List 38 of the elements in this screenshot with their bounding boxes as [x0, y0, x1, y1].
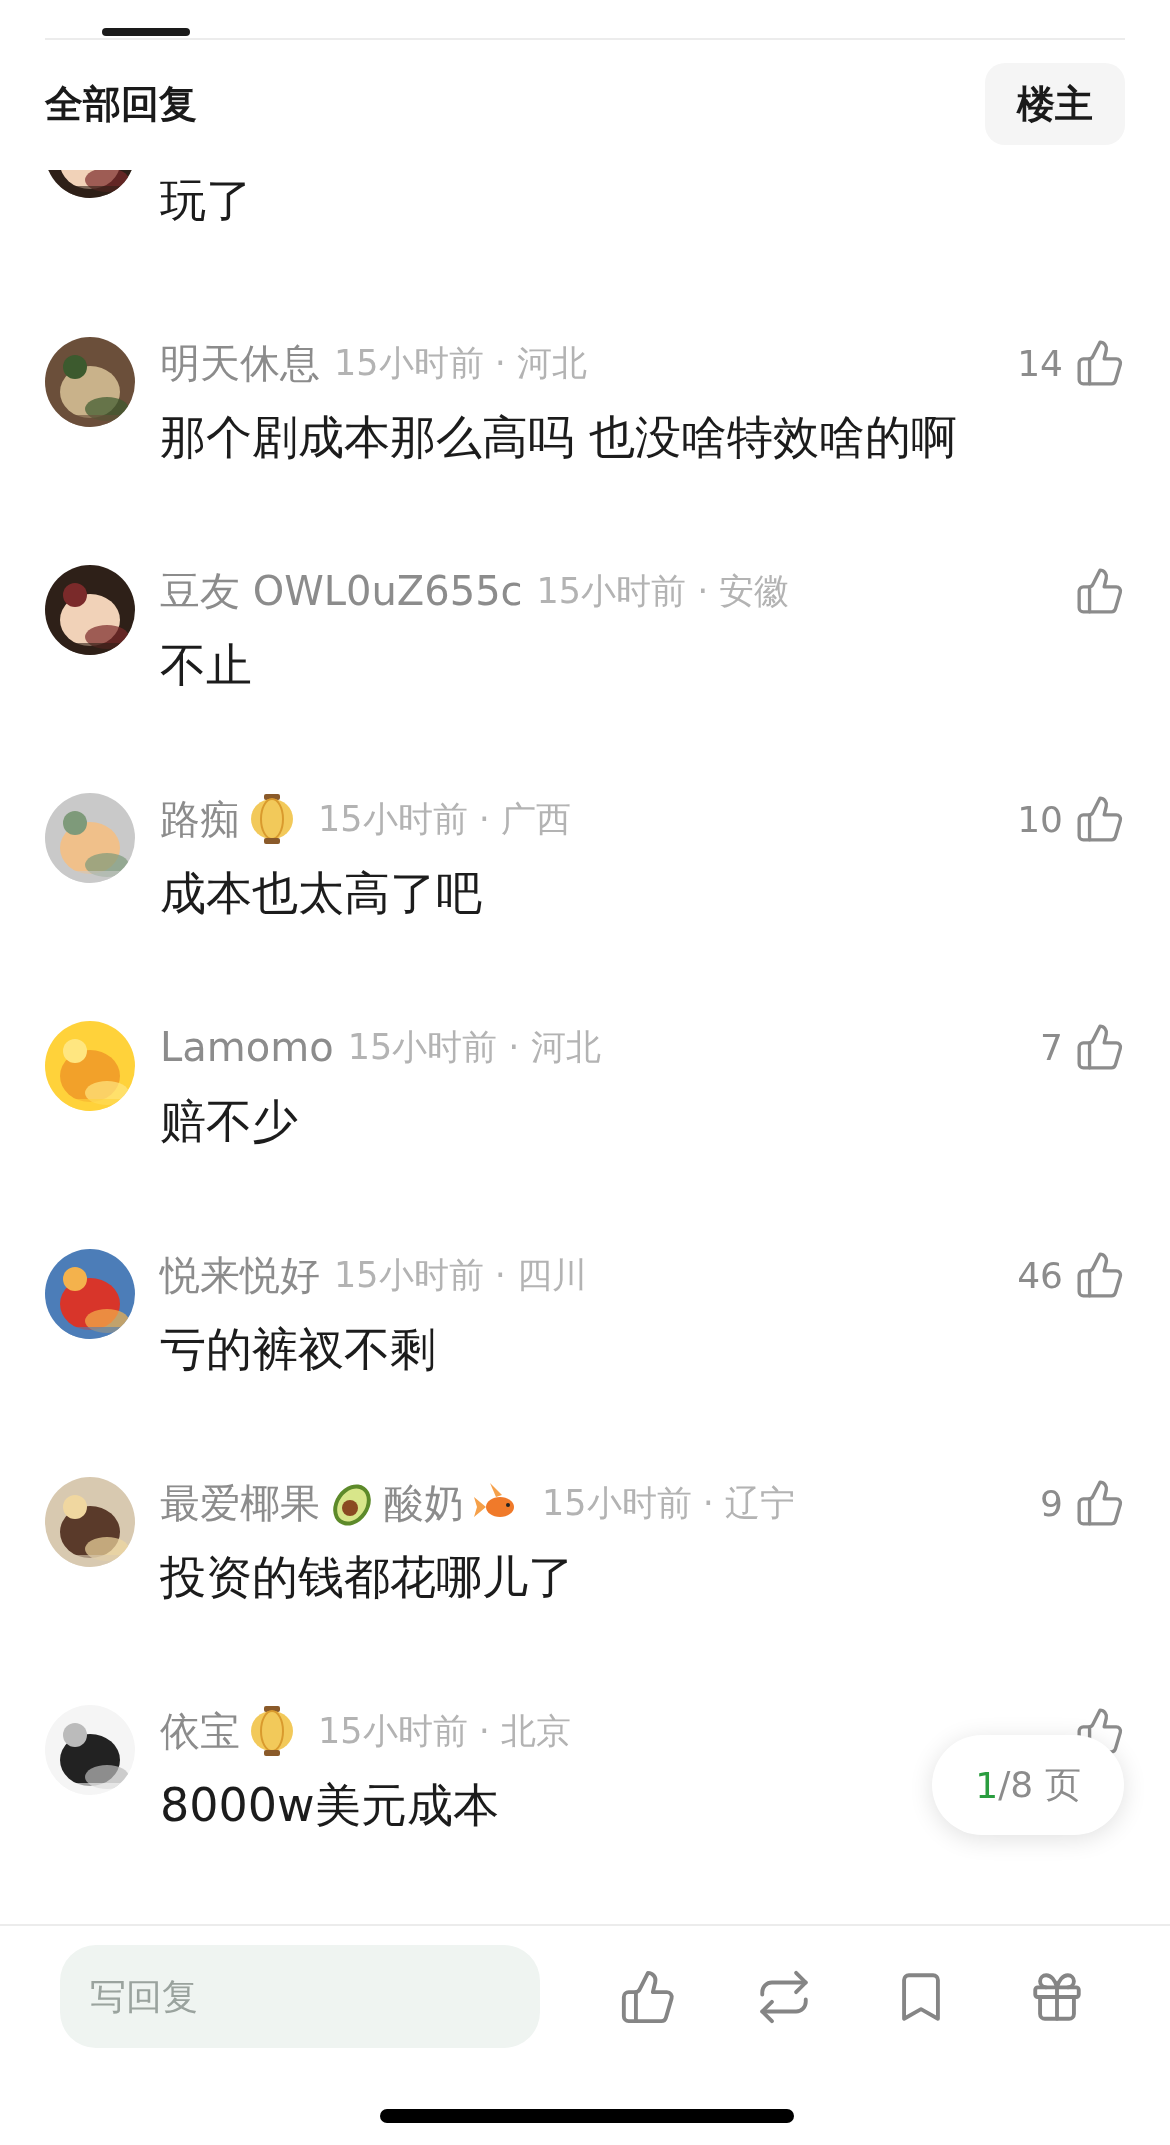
comment-meta: 15小时前 · 广西 [318, 797, 571, 841]
section-title: 全部回复 [45, 80, 197, 128]
user-name[interactable]: 依宝 [160, 1703, 240, 1759]
comment-meta: 15小时前 · 河北 [347, 1025, 601, 1069]
comment-text: 成本也太高了吧 [160, 865, 482, 922]
comment-text: 亏的裤衩不剩 [160, 1321, 436, 1378]
like-count: 7 [1040, 1026, 1063, 1068]
comment-text: 赔不少 [160, 1093, 298, 1150]
like-count: 9 [1040, 1482, 1063, 1524]
user-name[interactable]: 豆友 OWL0uZ655c [160, 563, 523, 619]
comment-text: 不止 [160, 637, 252, 694]
user-name[interactable]: 酸奶 [384, 1475, 464, 1531]
comment-text: 玩了 [160, 172, 252, 229]
comment-meta: 15小时前 · 安徽 [536, 569, 790, 613]
like-button[interactable] [1075, 1250, 1125, 1300]
like-button[interactable] [1075, 794, 1125, 844]
comment-meta: 15小时前 · 四川 [334, 1253, 587, 1297]
filter-button[interactable]: 楼主 [985, 63, 1125, 145]
user-name[interactable]: 路痴 [160, 791, 240, 847]
like-button[interactable] [1075, 566, 1125, 616]
comment-meta: 15小时前 · 北京 [318, 1709, 571, 1753]
comment-meta: 15小时前 · 河北 [334, 341, 587, 385]
like-button[interactable] [1075, 1022, 1125, 1072]
like-button[interactable] [1075, 1478, 1125, 1528]
user-name[interactable]: 悦来悦好 [160, 1247, 320, 1303]
page-number-toast[interactable]: 1/8 页 [932, 1735, 1124, 1835]
like-count: 14 [1017, 342, 1063, 384]
comment-text: 投资的钱都花哪儿了 [160, 1549, 574, 1606]
reply-field[interactable]: 写回复 [60, 1945, 540, 2048]
comment-meta: 15小时前 · 辽宁 [542, 1481, 795, 1525]
comment-text: 8000w美元成本 [160, 1777, 499, 1834]
like-button[interactable] [1075, 338, 1125, 388]
like-count: 10 [1017, 798, 1063, 840]
user-name[interactable]: Lamomo [160, 1024, 334, 1070]
user-name[interactable]: 最爱椰果 [160, 1475, 320, 1531]
user-name[interactable]: 明天休息 [160, 335, 320, 391]
like-count: 46 [1017, 1254, 1063, 1296]
comment-text: 那个剧成本那么高吗 也没啥特效啥的啊 [160, 409, 957, 466]
